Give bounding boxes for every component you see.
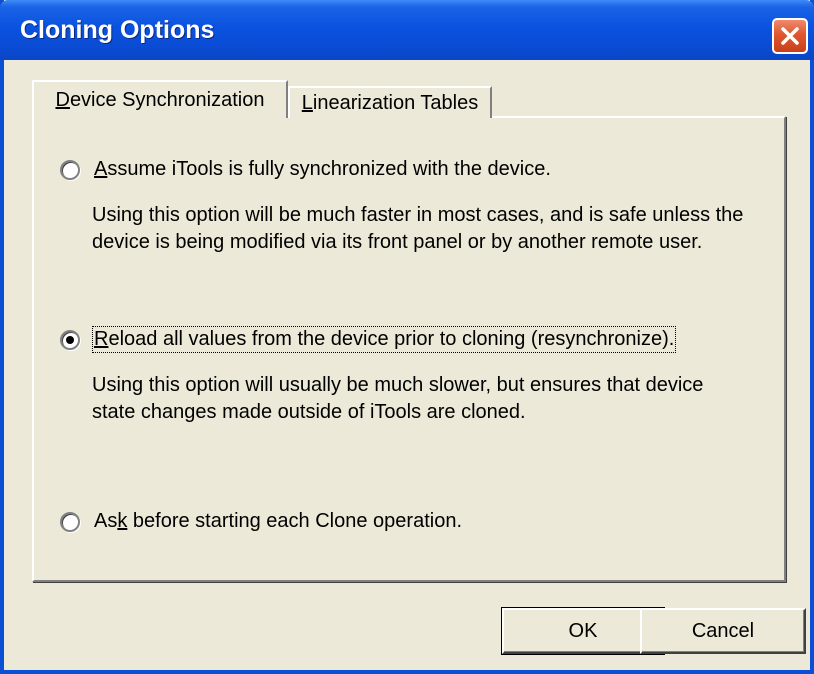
cancel-button[interactable]: Cancel xyxy=(640,608,806,654)
tab-linearization-tables[interactable]: Linearization Tables xyxy=(288,86,492,118)
label-pre: As xyxy=(94,510,118,532)
tab-linearization-tables-mnemonic: L xyxy=(301,91,313,114)
tab-linearization-tables-label: inearization Tables xyxy=(312,91,479,114)
tab-panel-device-synchronization: Assume iTools is fully synchronized with… xyxy=(32,116,786,582)
tab-device-synchronization[interactable]: Device Synchronization xyxy=(32,80,288,118)
radio-selected-dot xyxy=(66,335,74,344)
description-line: device is being modified via its front p… xyxy=(92,231,703,253)
option-assume-synchronized-label: Assume iTools is fully synchronized with… xyxy=(94,158,551,181)
close-icon xyxy=(781,27,799,45)
radio-reload-values[interactable] xyxy=(60,329,80,350)
option-reload-values-label: Reload all values from the device prior … xyxy=(91,326,677,353)
label-mnemonic: A xyxy=(94,158,108,180)
close-button[interactable] xyxy=(772,18,808,54)
option-ask-before-clone[interactable]: Ask before starting each Clone operation… xyxy=(60,510,462,533)
radio-ask-before-clone[interactable] xyxy=(60,511,80,532)
tab-device-synchronization-label: evice Synchronization xyxy=(69,88,265,111)
description-line: state changes made outside of iTools are… xyxy=(92,401,526,423)
dialog-client-area: Device Synchronization Linearization Tab… xyxy=(4,60,810,670)
label-post: ssume iTools is fully synchronized with … xyxy=(107,158,551,180)
option-assume-synchronized-description: Using this option will be much faster in… xyxy=(92,202,772,256)
description-line: Using this option will be much faster in… xyxy=(92,204,744,226)
tab-device-synchronization-mnemonic: D xyxy=(55,88,70,111)
option-reload-values-description: Using this option will usually be much s… xyxy=(92,372,772,426)
dialog-title: Cloning Options xyxy=(20,16,215,44)
label-mnemonic: k xyxy=(117,510,128,532)
title-bar[interactable]: Cloning Options xyxy=(0,0,814,60)
option-reload-values[interactable]: Reload all values from the device prior … xyxy=(60,326,677,353)
cloning-options-dialog: Cloning Options Device Synchronization L… xyxy=(0,0,814,674)
label-post: eload all values from the device prior t… xyxy=(108,328,675,350)
option-ask-before-clone-label: Ask before starting each Clone operation… xyxy=(94,510,462,533)
radio-assume-synchronized[interactable] xyxy=(60,159,80,180)
label-mnemonic: R xyxy=(94,328,109,350)
label-post: before starting each Clone operation. xyxy=(127,510,463,532)
description-line: Using this option will usually be much s… xyxy=(92,374,704,396)
option-assume-synchronized[interactable]: Assume iTools is fully synchronized with… xyxy=(60,158,551,181)
